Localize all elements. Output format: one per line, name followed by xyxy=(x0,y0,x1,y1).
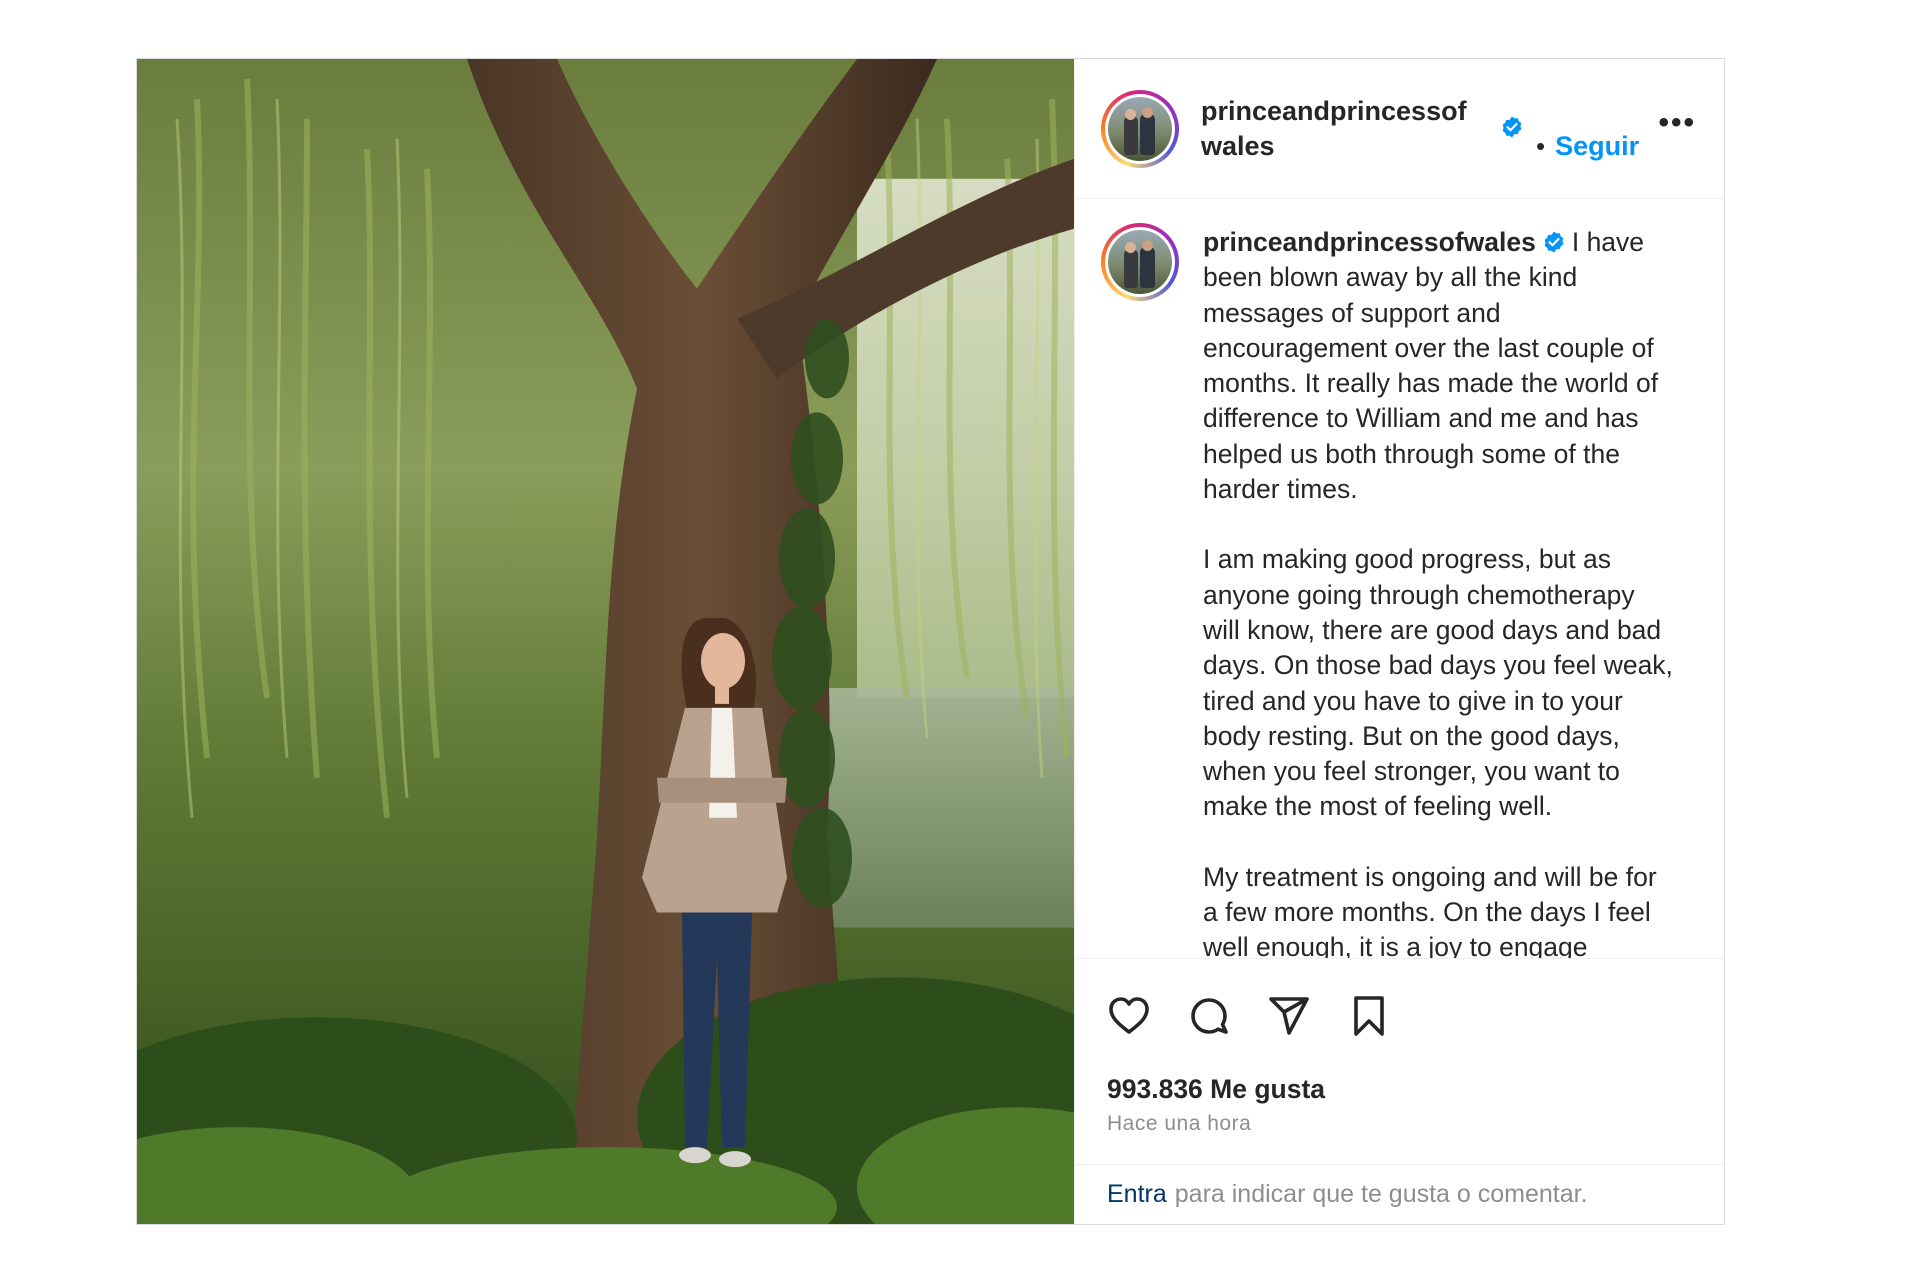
post-photo[interactable] xyxy=(137,59,1074,1224)
paper-plane-icon[interactable] xyxy=(1265,992,1313,1040)
separator-dot: • xyxy=(1536,131,1546,161)
follow-button[interactable]: Seguir xyxy=(1555,131,1639,162)
post-timestamp[interactable]: Hace una hora xyxy=(1075,1106,1724,1164)
caption-paragraph: My treatment is ongoing and will be for … xyxy=(1203,861,1657,958)
instagram-post: princeandprincessofwales • Seguir ••• pr… xyxy=(136,58,1725,1225)
post-sidebar: princeandprincessofwales • Seguir ••• pr… xyxy=(1074,59,1724,1224)
post-header: princeandprincessofwales • Seguir ••• xyxy=(1075,59,1724,199)
heart-icon[interactable] xyxy=(1105,992,1153,1040)
post-actions xyxy=(1075,958,1724,1072)
caption-paragraph: princeandprincessofwales I have been blow… xyxy=(1203,225,1673,507)
post-photo-image xyxy=(137,59,1074,1224)
caption-section: princeandprincessofwales I have been blow… xyxy=(1075,199,1724,958)
caption-avatar[interactable] xyxy=(1101,223,1179,301)
caption-text: I have been blown away by all the kind m… xyxy=(1203,227,1659,505)
post-caption: princeandprincessofwales I have been blow… xyxy=(1203,225,1673,958)
login-link[interactable]: Entra xyxy=(1107,1180,1167,1209)
header-username[interactable]: princeandprincessofwales xyxy=(1201,94,1486,164)
caption-username[interactable]: princeandprincessofwales xyxy=(1203,227,1536,257)
bookmark-icon[interactable] xyxy=(1345,992,1393,1040)
verified-badge-icon xyxy=(1500,115,1524,139)
comment-icon[interactable] xyxy=(1185,992,1233,1040)
profile-avatar[interactable] xyxy=(1101,89,1179,168)
login-prompt: Entra para indicar que te gusta o coment… xyxy=(1075,1164,1724,1224)
verified-badge-icon xyxy=(1542,230,1566,254)
avatar-photo xyxy=(1108,230,1172,294)
likes-count[interactable]: 993.836 Me gusta xyxy=(1075,1072,1724,1106)
more-options-icon[interactable]: ••• xyxy=(1658,106,1696,140)
caption-paragraph: I am making good progress, but as anyone… xyxy=(1203,544,1673,822)
avatar-photo xyxy=(1108,96,1172,161)
login-prompt-text: para indicar que te gusta o comentar. xyxy=(1174,1180,1588,1208)
